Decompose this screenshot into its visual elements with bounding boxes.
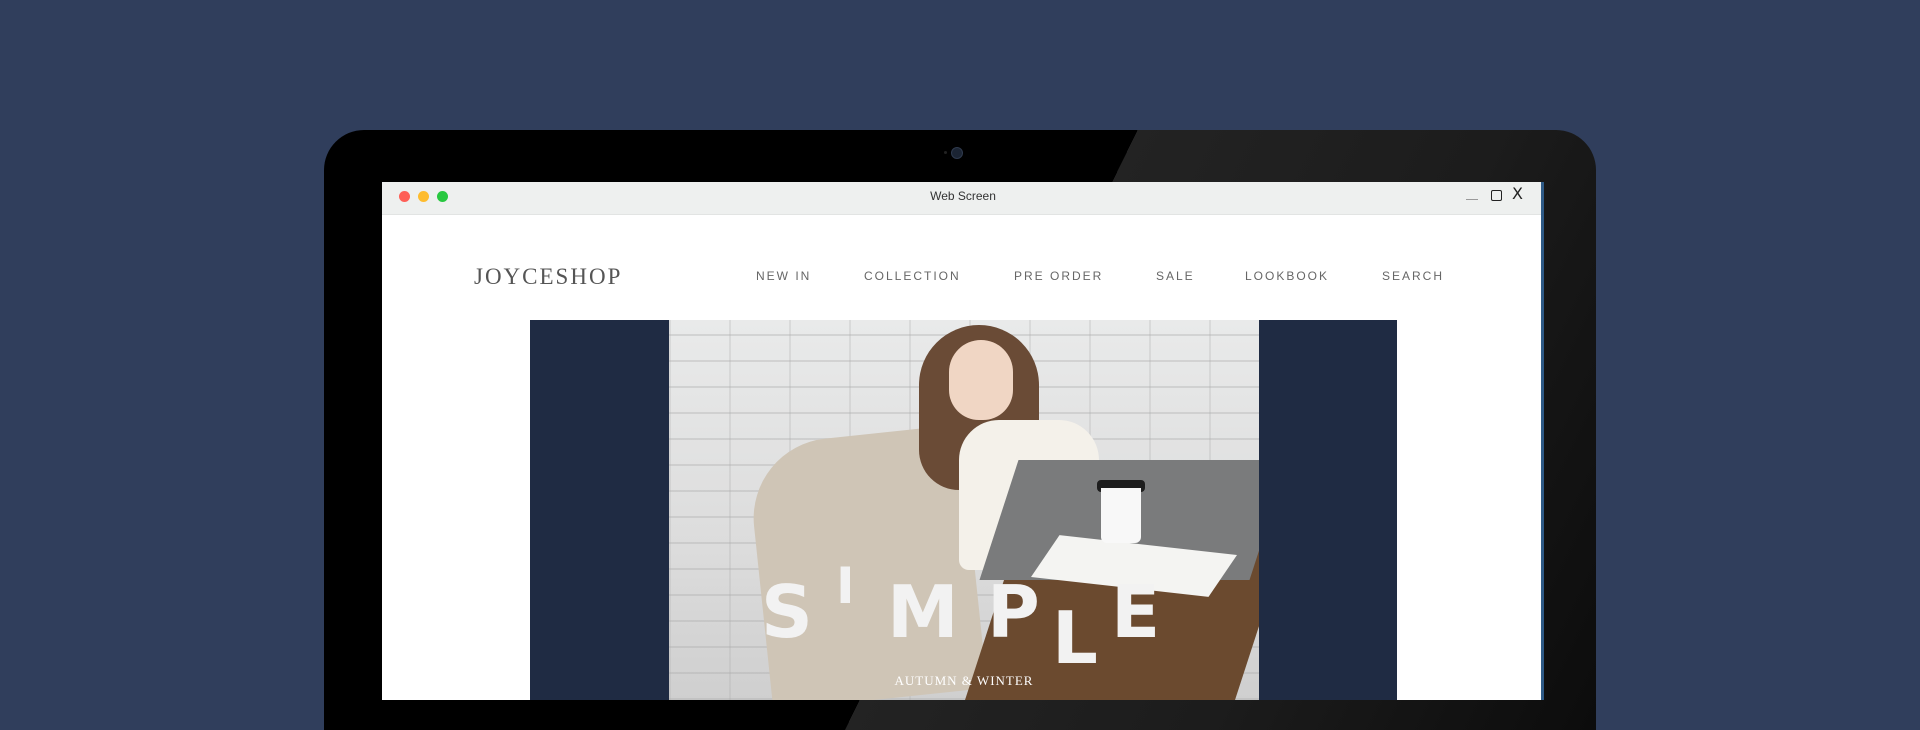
headline-letter-m: M <box>887 570 959 654</box>
headline-letter-l: L <box>1052 596 1098 680</box>
sensor-dot <box>944 151 947 154</box>
hero-banner[interactable]: S I M P L E AUTUMN & WINTER <box>530 320 1397 700</box>
nav-collection[interactable]: COLLECTION <box>864 269 961 283</box>
headline-letter-i: I <box>836 557 855 615</box>
title-bar: Web Screen X <box>382 182 1544 215</box>
close-icon[interactable]: X <box>1512 186 1523 218</box>
maximize-icon[interactable] <box>1491 190 1502 201</box>
nav-pre-order[interactable]: PRE ORDER <box>1014 269 1103 283</box>
model-face <box>949 340 1013 420</box>
hero-photo: S I M P L E AUTUMN & WINTER <box>669 320 1259 700</box>
headline-letter-p: P <box>987 570 1040 654</box>
headline-letter-s: S <box>761 570 813 654</box>
minimize-icon[interactable] <box>1466 199 1478 200</box>
nav-sale[interactable]: SALE <box>1156 269 1195 283</box>
headline-letter-e: E <box>1111 570 1161 654</box>
hero-subtitle: AUTUMN & WINTER <box>894 673 1034 688</box>
nav-lookbook[interactable]: LOOKBOOK <box>1245 269 1329 283</box>
window-title: Web Screen <box>930 189 996 203</box>
nav-new-in[interactable]: NEW IN <box>756 269 811 283</box>
window-edge-strip <box>1541 182 1544 700</box>
coffee-cup <box>1101 488 1141 543</box>
browser-window: Web Screen X JOYCESHOP NEW IN COLLECTION… <box>382 182 1544 700</box>
nav-search[interactable]: SEARCH <box>1382 269 1444 283</box>
webcam <box>951 147 963 159</box>
hero-headline: S I M P L E <box>669 557 1259 674</box>
main-nav: NEW IN COLLECTION PRE ORDER SALE LOOKBOO… <box>382 269 1544 289</box>
